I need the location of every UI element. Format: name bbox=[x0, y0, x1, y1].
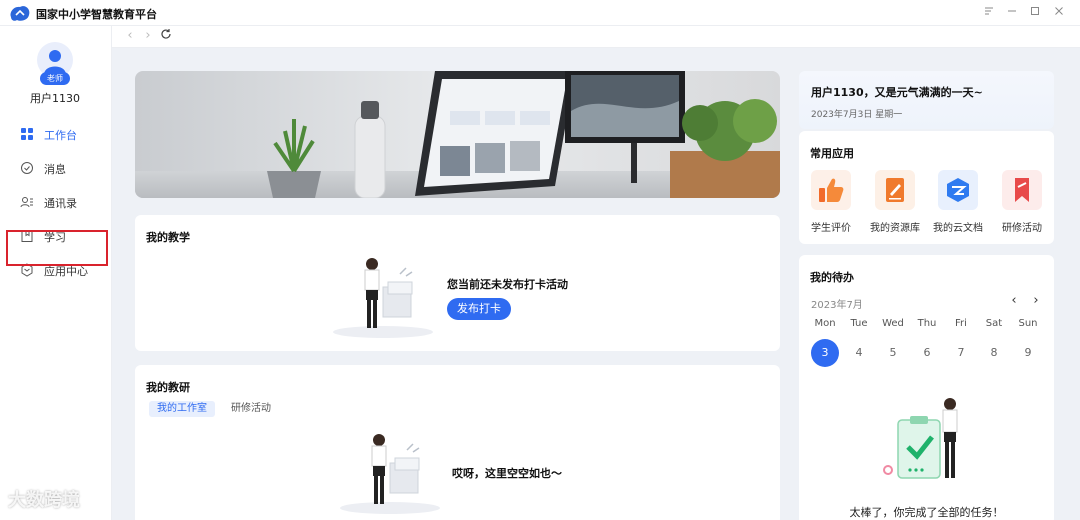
nav-strip: ‹ › bbox=[112, 26, 1080, 48]
teacher-illustration bbox=[333, 258, 433, 338]
greeting-card: 用户1130，又是元气满满的一天~ 2023年7月3日 星期一 bbox=[799, 71, 1054, 129]
calendar-day[interactable]: 6 bbox=[913, 339, 941, 367]
app-label: 研修活动 bbox=[1002, 223, 1042, 234]
settings-filter-icon[interactable] bbox=[980, 4, 998, 22]
publish-checkin-button[interactable]: 发布打卡 bbox=[447, 298, 511, 320]
minimize-icon[interactable] bbox=[1003, 4, 1021, 22]
sidebar-item-label: 通讯录 bbox=[44, 197, 77, 210]
back-icon[interactable]: ‹ bbox=[122, 28, 138, 44]
calendar-day[interactable]: 5 bbox=[879, 339, 907, 367]
calendar-month: 2023年7月 bbox=[811, 300, 863, 311]
greeting-title: 用户1130，又是元气满满的一天~ bbox=[811, 86, 983, 99]
contacts-icon bbox=[20, 197, 33, 208]
card-title: 我的教研 bbox=[146, 381, 190, 394]
sidebar-item-label: 消息 bbox=[44, 163, 66, 176]
title-bar: 国家中小学智慧教育平台 bbox=[0, 0, 1080, 26]
check-circle-icon bbox=[21, 162, 33, 174]
highlight-box bbox=[6, 230, 108, 266]
user-name: 用户1130 bbox=[30, 92, 80, 105]
grid-icon bbox=[21, 128, 33, 140]
app-label: 我的云文档 bbox=[933, 223, 983, 234]
tasks-done-text: 太棒了，你完成了全部的任务！ bbox=[849, 506, 1004, 519]
sidebar: 老师 用户1130 工作台 消息 通讯录 学习 应用中心 bbox=[0, 26, 112, 520]
app-label: 我的资源库 bbox=[870, 223, 920, 234]
tasks-done-illustration bbox=[883, 398, 958, 479]
teaching-empty-text: 您当前还未发布打卡活动 bbox=[447, 278, 568, 291]
edit-doc-icon bbox=[886, 178, 904, 202]
app-resource-library[interactable] bbox=[875, 170, 915, 210]
forward-icon[interactable]: › bbox=[140, 28, 156, 44]
sidebar-item-messages[interactable]: 消息 bbox=[0, 154, 110, 184]
sidebar-item-workbench[interactable]: 工作台 bbox=[0, 120, 110, 150]
calendar-day-selected[interactable]: 3 bbox=[811, 339, 839, 367]
weekday-label: Mon bbox=[814, 318, 836, 329]
tab-training-activities[interactable]: 研修活动 bbox=[223, 401, 279, 417]
tab-my-studio[interactable]: 我的工作室 bbox=[149, 401, 215, 417]
sidebar-item-contacts[interactable]: 通讯录 bbox=[0, 188, 110, 218]
research-empty-text: 哎呀，这里空空如也～ bbox=[452, 467, 562, 480]
app-label: 学生评价 bbox=[811, 223, 851, 234]
weekday-label: Tue bbox=[850, 318, 868, 329]
empty-illustration bbox=[340, 434, 440, 514]
banner-image[interactable] bbox=[135, 71, 780, 198]
app-cloud-documents[interactable] bbox=[938, 170, 978, 210]
greeting-date: 2023年7月3日 星期一 bbox=[811, 110, 903, 120]
reload-icon[interactable] bbox=[158, 28, 174, 44]
weekday-label: Wed bbox=[882, 318, 904, 329]
weekday-label: Sat bbox=[985, 318, 1003, 329]
weekday-label: Sun bbox=[1018, 318, 1038, 329]
calendar-day[interactable]: 4 bbox=[845, 339, 873, 367]
role-badge: 老师 bbox=[40, 72, 70, 85]
app-title: 国家中小学智慧教育平台 bbox=[36, 8, 157, 21]
cloud-doc-icon bbox=[947, 178, 969, 202]
card-title: 常用应用 bbox=[810, 147, 854, 160]
weekday-label: Thu bbox=[917, 318, 937, 329]
maximize-icon[interactable] bbox=[1026, 4, 1044, 22]
close-icon[interactable] bbox=[1050, 4, 1068, 22]
thumbs-up-icon bbox=[819, 178, 844, 202]
bookmark-icon bbox=[1015, 178, 1029, 202]
calendar-day[interactable]: 7 bbox=[947, 339, 975, 367]
watermark: 大数跨境 bbox=[8, 490, 80, 511]
chevron-left-icon[interactable]: ‹ bbox=[1008, 294, 1020, 308]
platform-logo-icon bbox=[10, 6, 30, 21]
app-training-activities[interactable] bbox=[1002, 170, 1042, 210]
card-title: 我的待办 bbox=[810, 271, 854, 284]
weekday-label: Fri bbox=[955, 318, 967, 329]
chevron-right-icon[interactable]: › bbox=[1030, 294, 1042, 308]
sidebar-item-label: 工作台 bbox=[44, 129, 77, 142]
my-research-card: 我的教研 bbox=[135, 365, 780, 520]
app-student-evaluation[interactable] bbox=[811, 170, 851, 210]
calendar-day[interactable]: 9 bbox=[1014, 339, 1042, 367]
card-title: 我的教学 bbox=[146, 231, 190, 244]
calendar-day[interactable]: 8 bbox=[980, 339, 1008, 367]
